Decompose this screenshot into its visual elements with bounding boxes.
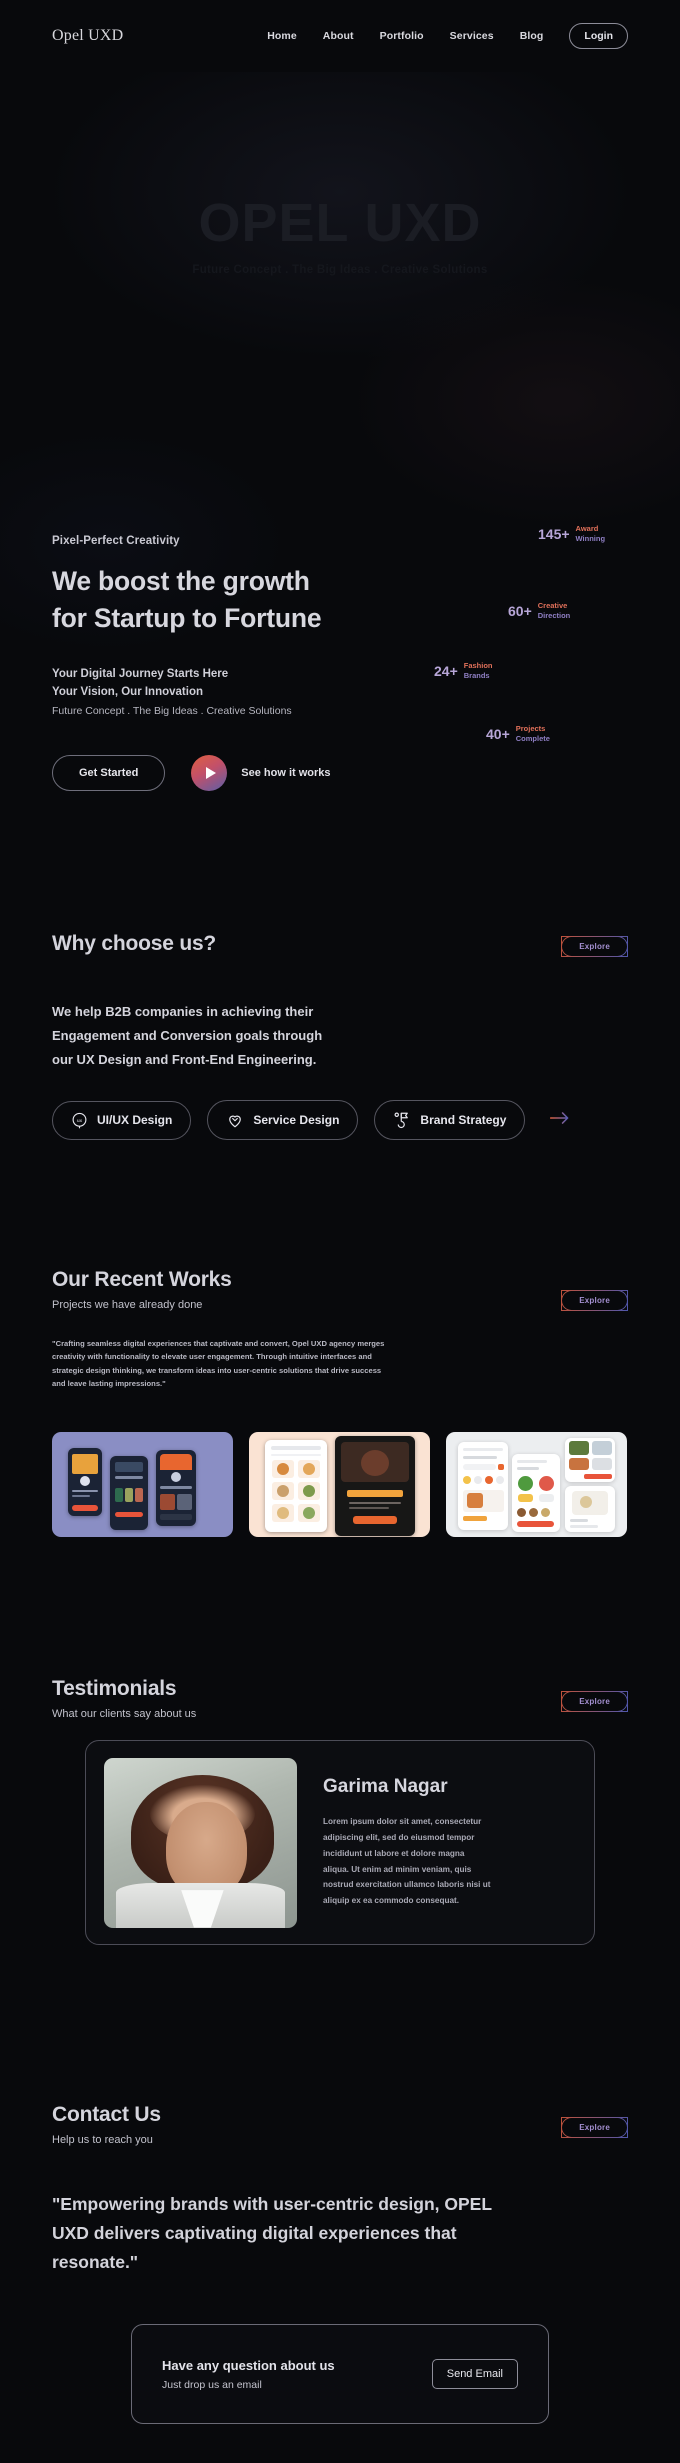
arrow-right-icon[interactable] xyxy=(549,1110,571,1131)
contact-card-text: Have any question about us Just drop us … xyxy=(162,2358,335,2391)
stat-value: 60+ xyxy=(508,603,532,620)
testimonial-quote-line-6: aliquip ex ea commodo consequat. xyxy=(323,1896,460,1906)
contact-card-title: Have any question about us xyxy=(162,2357,335,2373)
stat-projects-complete: 40+ Projects Complete xyxy=(486,724,550,744)
hero-subtext-line-3: Future Concept . The Big Ideas . Creativ… xyxy=(52,704,292,717)
contact-quote-line-3: resonate." xyxy=(52,2251,139,2272)
stat-label: Fashion Brands xyxy=(463,661,493,681)
contact-explore-button[interactable]: Explore xyxy=(561,2117,628,2138)
works-explore-button[interactable]: Explore xyxy=(561,1290,628,1311)
play-icon[interactable] xyxy=(191,755,228,791)
recent-works-quote: "Crafting seamless digital experiences t… xyxy=(52,1337,452,1390)
works-quote-line-3: strategic design thinking, we transform … xyxy=(52,1365,382,1375)
testimonials-header: Testimonials What our clients say about … xyxy=(52,1677,628,1720)
contact-quote: "Empowering brands with user-centric des… xyxy=(52,2190,622,2277)
work-card-restaurant-app[interactable] xyxy=(446,1432,627,1537)
testimonial-quote-line-2: adipiscing elit, sed do eiusmod tempor xyxy=(323,1832,475,1842)
why-body-line-1: We help B2B companies in achieving their xyxy=(52,1004,314,1019)
nav-links: Home About Portfolio Services Blog Login xyxy=(267,23,628,49)
stat-label: Award Winning xyxy=(575,524,606,544)
pill-ui-ux-design[interactable]: ux UI/UX Design xyxy=(52,1100,192,1140)
testimonial-quote-line-1: Lorem ipsum dolor sit amet, consectetur xyxy=(323,1816,482,1826)
testimonials-title: Testimonials xyxy=(52,1677,177,1700)
login-button[interactable]: Login xyxy=(569,23,628,49)
see-how-it-works-button[interactable]: See how it works xyxy=(191,755,331,791)
nav-link-about[interactable]: About xyxy=(323,30,354,42)
stat-creative-direction: 60+ Creative Direction xyxy=(508,601,570,621)
testimonials-explore-button[interactable]: Explore xyxy=(561,1691,628,1712)
see-how-it-works-label: See how it works xyxy=(241,767,331,779)
hero-eyebrow: Pixel-Perfect Creativity xyxy=(52,535,180,547)
contact-quote-line-2: UXD delivers captivating digital experie… xyxy=(52,2222,457,2243)
testimonial-avatar xyxy=(104,1757,297,1928)
flag-key-icon xyxy=(393,1111,411,1129)
testimonial-card: Garima Nagar Lorem ipsum dolor sit amet,… xyxy=(85,1740,595,1945)
hero-subtext: Your Digital Journey Starts Here Your Vi… xyxy=(52,666,321,719)
ux-badge-icon: ux xyxy=(71,1112,88,1129)
testimonial-quote: Lorem ipsum dolor sit amet, consectetur … xyxy=(323,1814,571,1910)
testimonial-quote-line-4: aliqua. Ut enim ad minim veniam, quis xyxy=(323,1864,472,1874)
testimonial-quote-line-5: nostrud exercitation ullamco laboris nis… xyxy=(323,1880,491,1890)
contact-subtitle: Help us to reach you xyxy=(52,2134,153,2146)
work-card-yummies-app[interactable] xyxy=(249,1432,430,1537)
testimonial-body: Garima Nagar Lorem ipsum dolor sit amet,… xyxy=(297,1776,571,1910)
hero-watermark: OPEL UXD Future Concept . The Big Ideas … xyxy=(0,192,680,276)
heart-pin-icon xyxy=(226,1111,244,1129)
send-email-button[interactable]: Send Email xyxy=(431,2359,518,2389)
works-quote-line-4: and leave lasting impressions." xyxy=(52,1378,166,1388)
hero-watermark-title: OPEL UXD xyxy=(198,193,482,253)
stat-label: Projects Complete xyxy=(515,724,550,744)
stat-award-winning: 145+ Award Winning xyxy=(538,524,605,544)
hero-watermark-subtitle: Future Concept . The Big Ideas . Creativ… xyxy=(192,264,488,276)
testimonials-subtitle: What our clients say about us xyxy=(52,1708,197,1720)
pill-label: UI/UX Design xyxy=(97,1113,173,1127)
pill-brand-strategy[interactable]: Brand Strategy xyxy=(374,1100,526,1140)
hero-heading-line-2: for Startup to Fortune xyxy=(52,602,322,633)
hero-subtext-line-2: Your Vision, Our Innovation xyxy=(52,685,203,698)
nav-link-services[interactable]: Services xyxy=(450,30,494,42)
nav-link-portfolio[interactable]: Portfolio xyxy=(380,30,424,42)
recent-works-header: Our Recent Works Projects we have alread… xyxy=(52,1268,628,1311)
hero-cta-row: Get Started See how it works xyxy=(52,755,331,791)
recent-works-title: Our Recent Works xyxy=(52,1268,232,1291)
stat-value: 24+ xyxy=(434,663,458,680)
stat-label: Creative Direction xyxy=(537,601,571,621)
stat-fashion-brands: 24+ Fashion Brands xyxy=(434,661,493,681)
get-started-button[interactable]: Get Started xyxy=(52,755,166,791)
pill-label: Service Design xyxy=(253,1113,340,1127)
contact-card-subtitle: Just drop us an email xyxy=(162,2378,262,2391)
brand-logo[interactable]: Opel UXD xyxy=(52,27,123,45)
why-body-line-2: Engagement and Conversion goals through xyxy=(52,1028,323,1044)
hero-copy: Pixel-Perfect Creativity We boost the gr… xyxy=(52,535,322,720)
contact-header: Contact Us Help us to reach you Explore xyxy=(52,2103,628,2146)
contact-email-card: Have any question about us Just drop us … xyxy=(131,2324,549,2424)
work-card-movie-app[interactable] xyxy=(52,1432,233,1537)
works-quote-line-1: "Crafting seamless digital experiences t… xyxy=(52,1339,385,1348)
why-choose-us-title: Why choose us? xyxy=(52,932,217,955)
contact-quote-line-1: "Empowering brands with user-centric des… xyxy=(52,2194,493,2214)
stat-value: 145+ xyxy=(538,526,570,543)
works-quote-line-2: creativity with functionality to elevate… xyxy=(52,1352,372,1362)
testimonial-person-name: Garima Nagar xyxy=(323,1775,448,1797)
navbar: Opel UXD Home About Portfolio Services B… xyxy=(0,0,680,72)
stat-value: 40+ xyxy=(486,726,510,743)
nav-link-home[interactable]: Home xyxy=(267,30,297,42)
why-body-line-3: our UX Design and Front-End Engineering. xyxy=(52,1052,317,1068)
pill-service-design[interactable]: Service Design xyxy=(207,1100,359,1140)
recent-works-gallery xyxy=(52,1432,627,1537)
why-explore-button[interactable]: Explore xyxy=(561,936,628,957)
testimonial-quote-line-3: incididunt ut labore et dolore magna xyxy=(323,1848,465,1858)
recent-works-subtitle: Projects we have already done xyxy=(52,1299,203,1311)
svg-text:ux: ux xyxy=(77,1118,83,1123)
service-pill-row: ux UI/UX Design Service Design Brand Str… xyxy=(52,1100,571,1140)
why-choose-us-header: Why choose us? Explore xyxy=(52,932,628,957)
hero-subtext-line-1: Your Digital Journey Starts Here xyxy=(52,668,229,681)
nav-link-blog[interactable]: Blog xyxy=(520,30,544,42)
hero-heading-line-1: We boost the growth xyxy=(52,566,310,596)
why-choose-us-body: We help B2B companies in achieving their… xyxy=(52,1000,452,1072)
contact-title: Contact Us xyxy=(52,2103,161,2126)
pill-label: Brand Strategy xyxy=(420,1113,507,1127)
hero-heading: We boost the growth for Startup to Fortu… xyxy=(52,563,322,636)
